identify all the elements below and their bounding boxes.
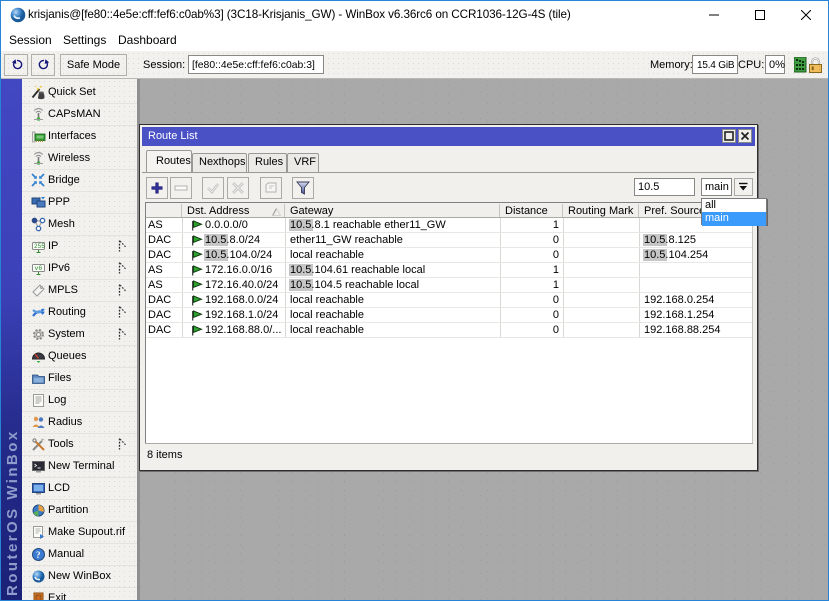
- svg-text:v6: v6: [35, 265, 43, 272]
- svg-text:?: ?: [36, 550, 41, 560]
- svg-text:255: 255: [34, 243, 45, 250]
